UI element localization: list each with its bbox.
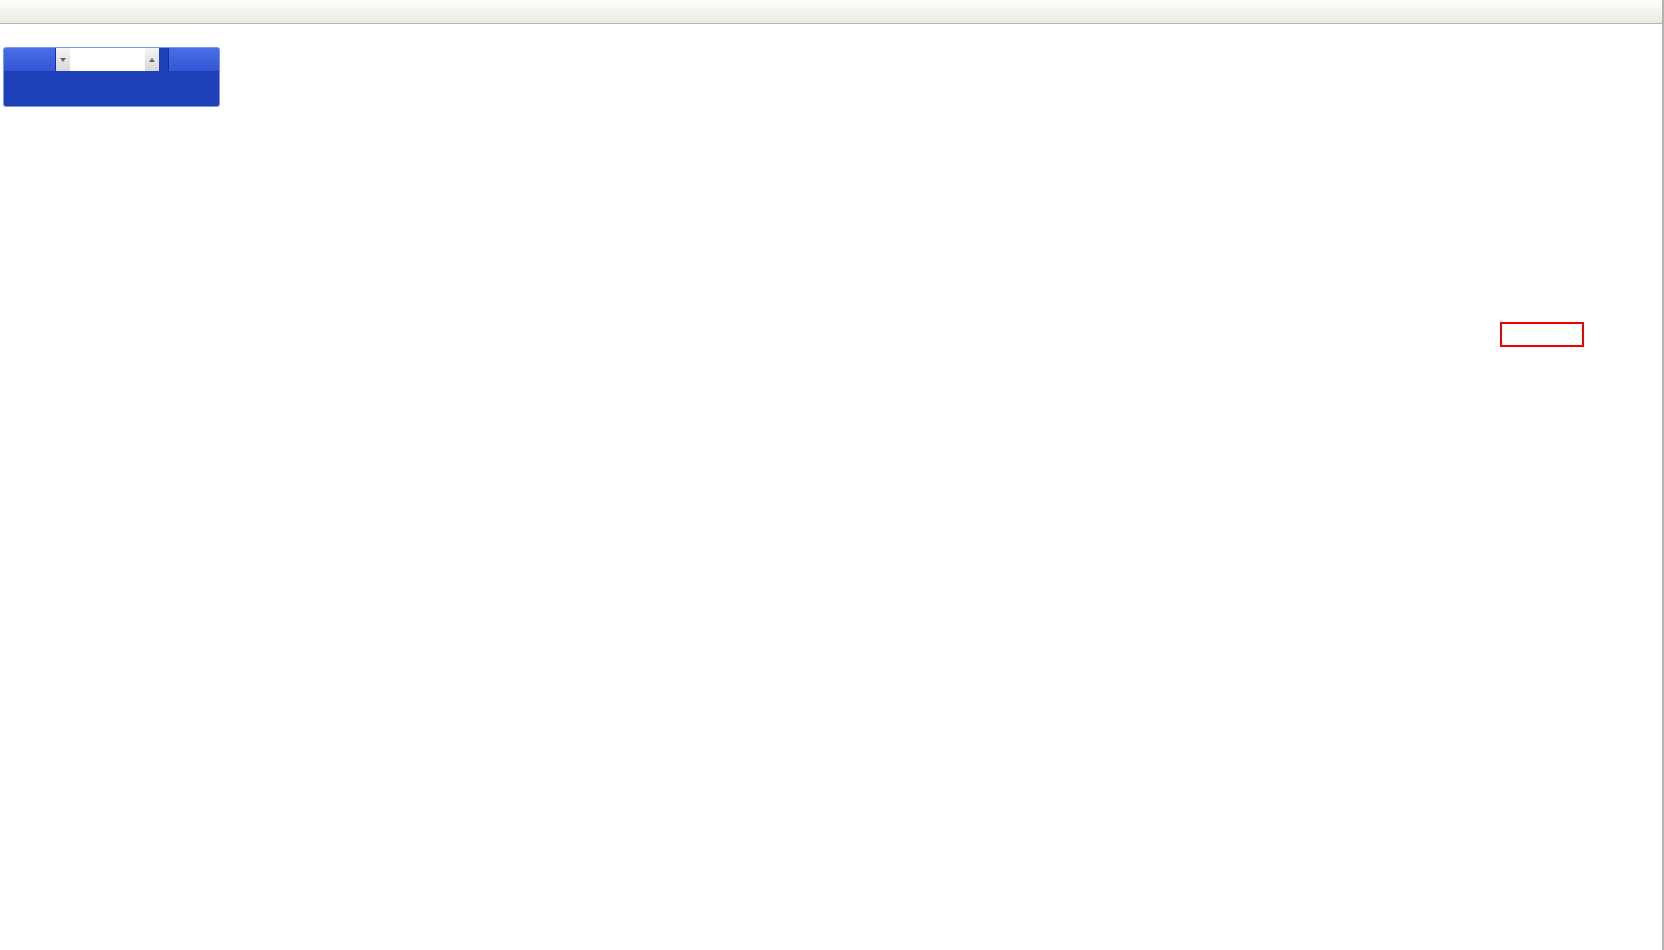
chart-ohlc-title: [8, 29, 12, 41]
chart-canvas[interactable]: [0, 0, 1664, 950]
sell-price[interactable]: [4, 71, 112, 107]
price-callout-label[interactable]: [1500, 322, 1584, 347]
volume-increase-button[interactable]: [145, 48, 159, 71]
main-toolbar: [0, 0, 1662, 24]
volume-decrease-button[interactable]: [56, 48, 70, 71]
mt4-window: [0, 0, 1664, 950]
one-click-trading-panel: [3, 47, 220, 107]
volume-input[interactable]: [70, 48, 145, 71]
sell-button[interactable]: [4, 48, 56, 71]
buy-button[interactable]: [168, 48, 219, 71]
buy-price[interactable]: [112, 71, 220, 107]
